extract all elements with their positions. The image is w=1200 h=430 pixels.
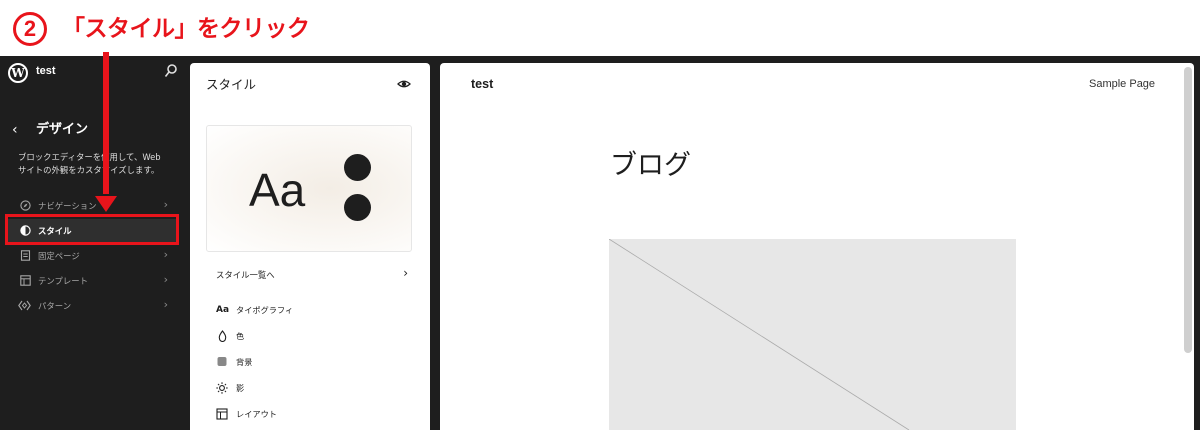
styles-item-label: 背景	[236, 357, 253, 367]
chevron-right-icon: ›	[403, 266, 408, 280]
back-chevron-icon[interactable]: ‹	[12, 122, 18, 138]
background-icon	[217, 357, 227, 366]
browse-styles-label: スタイル一覧へ	[216, 270, 275, 280]
navigation-icon	[20, 200, 31, 211]
color-swatch-dot	[344, 194, 371, 221]
styles-item-shadow[interactable]: 影	[216, 378, 416, 398]
sidebar-item-label: ナビゲーション	[38, 201, 97, 211]
wordpress-logo-icon[interactable]: W	[8, 63, 28, 83]
canvas-nav-link[interactable]: Sample Page	[1089, 78, 1155, 90]
canvas-page-title: ブログ	[610, 150, 691, 181]
styles-item-background[interactable]: 背景	[216, 352, 416, 372]
typography-icon: Aa	[216, 305, 230, 315]
chevron-right-icon: ›	[163, 248, 168, 261]
template-icon	[20, 275, 31, 286]
eye-icon[interactable]	[397, 77, 411, 91]
featured-image-placeholder	[608, 238, 1016, 430]
sidebar-item-templates[interactable]: テンプレート ›	[8, 269, 176, 293]
pattern-icon	[18, 300, 31, 311]
style-preview-text: Aa	[249, 164, 306, 216]
search-icon[interactable]	[164, 63, 178, 79]
styles-item-layout[interactable]: レイアウト	[216, 404, 416, 424]
design-sidebar: W test ‹ デザイン ブロックエディターを使用して、Webサイトの外観をカ…	[0, 56, 190, 430]
sidebar-item-label: パターン	[38, 301, 72, 311]
arrow-shaft	[103, 52, 109, 194]
highlight-box	[5, 214, 179, 245]
browse-styles-button[interactable]: スタイル一覧へ ›	[206, 265, 412, 285]
canvas-scrollbar[interactable]	[1184, 67, 1192, 353]
sidebar-item-label: 固定ページ	[38, 251, 80, 261]
chevron-right-icon: ›	[163, 298, 168, 311]
color-swatch-dot	[344, 154, 371, 181]
site-editor: W test ‹ デザイン ブロックエディターを使用して、Webサイトの外観をカ…	[0, 56, 1200, 430]
styles-panel: スタイル Aa スタイル一覧へ › Aa タイポグラフィ 色 背景 影 レイアウ…	[190, 63, 430, 430]
panel-title: スタイル	[206, 77, 257, 92]
sidebar-description: ブロックエディターを使用して、Webサイトの外観をカスタマイズします。	[18, 152, 161, 175]
step-instruction: 「スタイル」をクリック	[62, 16, 310, 42]
placeholder-diagonal	[608, 238, 910, 430]
styles-item-label: レイアウト	[236, 409, 277, 419]
arrow-head	[95, 196, 117, 212]
step-number-badge: 2	[13, 12, 47, 46]
sidebar-item-patterns[interactable]: パターン ›	[8, 294, 176, 318]
style-preview-card[interactable]: Aa	[206, 125, 412, 252]
styles-item-typography[interactable]: Aa タイポグラフィ	[216, 300, 416, 320]
chevron-right-icon: ›	[163, 198, 168, 211]
sidebar-item-label: テンプレート	[38, 276, 88, 286]
styles-item-label: 影	[236, 383, 245, 393]
canvas-site-title[interactable]: test	[471, 77, 493, 91]
sidebar-title: デザイン	[36, 122, 89, 137]
editor-canvas[interactable]: test Sample Page ブログ	[440, 63, 1194, 430]
site-name[interactable]: test	[36, 65, 56, 77]
chevron-right-icon: ›	[163, 273, 168, 286]
sidebar-item-pages[interactable]: 固定ページ ›	[8, 244, 176, 268]
color-drop-icon	[218, 330, 227, 342]
layout-icon	[216, 408, 228, 420]
shadow-icon	[216, 382, 228, 394]
styles-item-color[interactable]: 色	[216, 326, 416, 346]
styles-item-label: タイポグラフィ	[236, 305, 294, 315]
tutorial-annotation: 2 「スタイル」をクリック	[0, 0, 1200, 56]
page-icon	[20, 250, 31, 261]
styles-item-label: 色	[236, 331, 245, 341]
